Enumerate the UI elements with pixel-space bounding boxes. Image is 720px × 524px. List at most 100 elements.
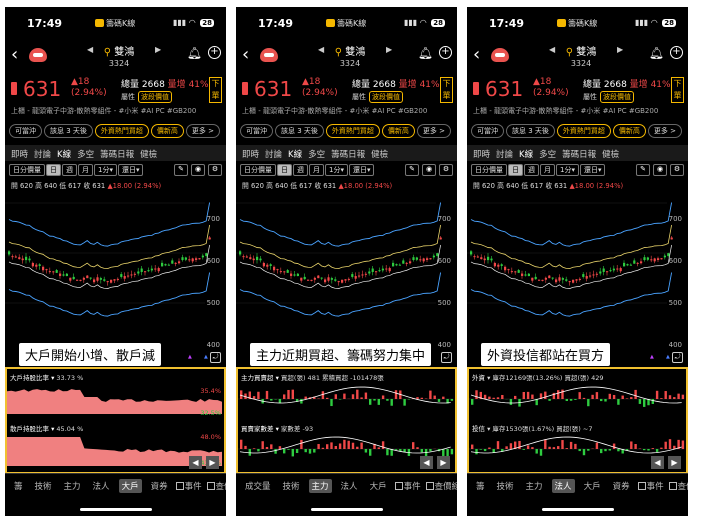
camera-icon[interactable]: ◉ xyxy=(191,164,205,176)
gear-icon[interactable]: ⚙ xyxy=(208,164,222,176)
period-day[interactable]: 日 xyxy=(46,164,61,176)
kline-chart[interactable] xyxy=(236,190,457,350)
gear-icon[interactable]: ⚙ xyxy=(670,164,684,176)
period-minute[interactable]: 1分▾ xyxy=(556,164,579,176)
period-month[interactable]: 月 xyxy=(78,164,93,176)
bell-icon[interactable]: 🔔︎ xyxy=(649,46,664,60)
add-icon[interactable]: + xyxy=(670,46,683,59)
indicator-label-b[interactable]: 散戶持股比率 ▾ 45.04 % xyxy=(10,423,83,433)
tab-discussion[interactable]: 討論 xyxy=(34,148,51,160)
period-minute[interactable]: 1分▾ xyxy=(94,164,117,176)
back-icon[interactable]: ‹ xyxy=(11,44,18,65)
draw-icon[interactable]: ✎ xyxy=(405,164,419,176)
indicator-label-a[interactable]: 主力買賣超 ▾ 買超(張) 481 累積買超 -101478張 xyxy=(241,372,384,382)
reset-icon[interactable]: ⤾ xyxy=(672,352,683,363)
tab-discussion[interactable]: 討論 xyxy=(265,148,282,160)
tab-longshort[interactable]: 多空 xyxy=(77,148,94,160)
event-checkbox[interactable] xyxy=(394,482,403,490)
btab[interactable]: 法人 xyxy=(90,479,113,493)
chip-foreign-buy[interactable]: 外資熱門買超 xyxy=(556,124,611,138)
stock-selector[interactable]: ⚲ 雙鴻 3324 xyxy=(79,43,159,68)
tab-longshort[interactable]: 多空 xyxy=(308,148,325,160)
order-button[interactable]: 下單 xyxy=(671,77,684,103)
btab[interactable]: 技術 xyxy=(494,479,517,493)
back-icon[interactable]: ‹ xyxy=(242,44,249,65)
indicator-label-a[interactable]: 大戶持股比率 ▾ 33.73 % xyxy=(10,372,83,382)
btab[interactable]: 大戶 xyxy=(581,479,604,493)
btab[interactable]: 資券 xyxy=(610,479,633,493)
chip-more[interactable]: 更多 > xyxy=(185,124,220,138)
chip-new-high[interactable]: 價新高 xyxy=(150,124,184,138)
stock-selector[interactable]: ⚲ 雙鴻 3324 xyxy=(310,43,390,68)
btab[interactable]: 籌 xyxy=(11,479,26,493)
add-icon[interactable]: + xyxy=(439,46,452,59)
chip-day-trade[interactable]: 可當沖 xyxy=(471,124,504,138)
scroll-right-icon[interactable]: ▶ xyxy=(206,456,219,469)
chip-new-high[interactable]: 價新高 xyxy=(612,124,646,138)
period-minute[interactable]: 1分▾ xyxy=(325,164,348,176)
btab[interactable]: 籌 xyxy=(473,479,488,493)
chip-more[interactable]: 更多 > xyxy=(416,124,451,138)
chip-day-trade[interactable]: 可當沖 xyxy=(9,124,42,138)
chip-foreign-buy[interactable]: 外資熱門買超 xyxy=(325,124,380,138)
event-checkbox[interactable] xyxy=(637,482,646,490)
tab-health[interactable]: 健檢 xyxy=(602,148,619,160)
btab[interactable]: 成交量 xyxy=(242,479,274,493)
indicator-label-b[interactable]: 買賣家數差 ▾ 家數差 -93 xyxy=(241,423,313,433)
period-day[interactable]: 日 xyxy=(277,164,292,176)
order-button[interactable]: 下單 xyxy=(440,77,453,103)
camera-icon[interactable]: ◉ xyxy=(422,164,436,176)
btab[interactable]: 大戶 xyxy=(367,479,390,493)
indicator-label-b[interactable]: 投信 ▾ 庫存1530張(1.67%) 買超(張) ~7 xyxy=(472,423,592,433)
tab-chip-daily[interactable]: 籌碼日報 xyxy=(562,148,596,160)
tab-realtime[interactable]: 即時 xyxy=(473,148,490,160)
stock-selector[interactable]: ⚲ 雙鴻 3324 xyxy=(541,43,621,68)
btab[interactable]: 主力 xyxy=(61,479,84,493)
kline-chart[interactable] xyxy=(5,190,226,350)
next-stock-icon[interactable]: ▶ xyxy=(617,45,623,54)
volume-profile-button[interactable]: 日分價量 xyxy=(471,164,507,176)
next-stock-icon[interactable]: ▶ xyxy=(386,45,392,54)
scroll-right-icon[interactable]: ▶ xyxy=(437,456,450,469)
btab[interactable]: 大戶 xyxy=(118,479,142,493)
volume-profile-button[interactable]: 日分價量 xyxy=(9,164,45,176)
price-line-checkbox[interactable] xyxy=(206,482,215,490)
event-checkbox[interactable] xyxy=(175,482,184,490)
indicator-panel[interactable]: 主力買賣超 ▾ 買超(張) 481 累積買超 -101478張 買賣家數差 ▾ … xyxy=(236,367,457,474)
indicator-panel[interactable]: 外資 ▾ 庫存12169張(13.26%) 買超(張) 429 投信 ▾ 庫存1… xyxy=(467,367,688,474)
gear-icon[interactable]: ⚙ xyxy=(439,164,453,176)
volume-profile-button[interactable]: 日分價量 xyxy=(240,164,276,176)
btab[interactable]: 法人 xyxy=(551,479,575,493)
period-week[interactable]: 週 xyxy=(524,164,539,176)
tab-chip-daily[interactable]: 籌碼日報 xyxy=(100,148,134,160)
draw-icon[interactable]: ✎ xyxy=(636,164,650,176)
rights-select[interactable]: 還日▾ xyxy=(117,164,144,176)
period-week[interactable]: 週 xyxy=(293,164,308,176)
bell-icon[interactable]: 🔔︎ xyxy=(187,46,202,60)
tab-realtime[interactable]: 即時 xyxy=(242,148,259,160)
scroll-right-icon[interactable]: ▶ xyxy=(668,456,681,469)
camera-icon[interactable]: ◉ xyxy=(653,164,667,176)
add-icon[interactable]: + xyxy=(208,46,221,59)
btab[interactable]: 技術 xyxy=(280,479,303,493)
reset-icon[interactable]: ⤾ xyxy=(210,352,221,363)
indicator-label-a[interactable]: 外資 ▾ 庫存12169張(13.26%) 買超(張) 429 xyxy=(472,372,604,382)
back-icon[interactable]: ‹ xyxy=(473,44,480,65)
period-day[interactable]: 日 xyxy=(508,164,523,176)
scroll-left-icon[interactable]: ◀ xyxy=(420,456,433,469)
order-button[interactable]: 下單 xyxy=(209,77,222,103)
scroll-left-icon[interactable]: ◀ xyxy=(651,456,664,469)
price-line-checkbox[interactable] xyxy=(425,482,434,490)
period-week[interactable]: 週 xyxy=(62,164,77,176)
price-line-checkbox[interactable] xyxy=(668,482,677,490)
chip-more[interactable]: 更多 > xyxy=(647,124,682,138)
draw-icon[interactable]: ✎ xyxy=(174,164,188,176)
period-month[interactable]: 月 xyxy=(309,164,324,176)
tab-kline[interactable]: K線 xyxy=(519,148,533,160)
btab[interactable]: 主力 xyxy=(523,479,546,493)
rights-select[interactable]: 還日▾ xyxy=(579,164,606,176)
period-month[interactable]: 月 xyxy=(540,164,555,176)
tab-kline[interactable]: K線 xyxy=(288,148,302,160)
reset-icon[interactable]: ⤾ xyxy=(441,352,452,363)
tab-health[interactable]: 健檢 xyxy=(140,148,157,160)
